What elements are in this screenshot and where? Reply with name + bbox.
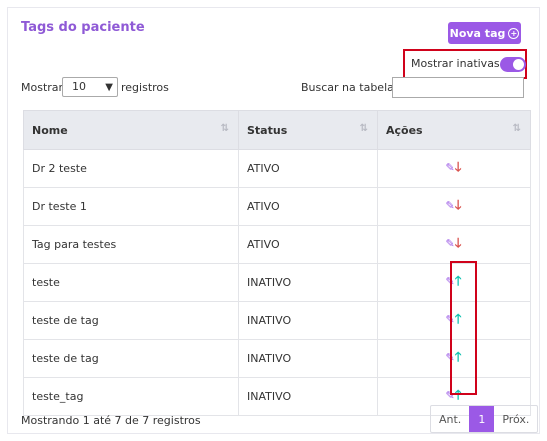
cell-status: INATIVO: [238, 339, 378, 378]
cell-name: teste de tag: [23, 301, 239, 340]
show-inactive-toggle[interactable]: [500, 57, 526, 72]
cell-status: ATIVO: [238, 149, 378, 188]
table-row: Dr 2 teste ATIVO ✎🡓: [23, 149, 531, 188]
edit-pencil-icon[interactable]: ✎: [446, 161, 455, 174]
cell-actions: ✎🡓: [377, 187, 531, 226]
plus-circle-icon: +: [508, 27, 520, 39]
toggle-knob: [513, 59, 524, 70]
cell-status: ATIVO: [238, 187, 378, 226]
cell-name: Tag para testes: [23, 225, 239, 264]
new-tag-button[interactable]: Nova tag +: [448, 22, 521, 44]
sort-icon: ⇅: [512, 123, 521, 134]
highlight-actions-box: [450, 261, 477, 395]
table-row: Tag para testes ATIVO ✎🡓: [23, 225, 531, 264]
column-header-name[interactable]: Nome ⇅: [23, 110, 239, 150]
cell-name: Dr teste 1: [23, 187, 239, 226]
cell-actions: ✎🡓: [377, 225, 531, 264]
next-page-button[interactable]: Próx.: [494, 406, 537, 432]
sort-icon: ⇅: [359, 123, 368, 134]
chevron-down-icon: ▼: [105, 82, 113, 93]
cell-status: INATIVO: [238, 301, 378, 340]
cell-status: INATIVO: [238, 263, 378, 302]
pagination: Ant. 1 Próx.: [430, 405, 539, 433]
edit-pencil-icon[interactable]: ✎: [446, 237, 455, 250]
cell-name: teste: [23, 263, 239, 302]
deactivate-arrow-down-icon[interactable]: 🡓: [455, 198, 462, 213]
search-label: Buscar na tabela:: [301, 81, 398, 94]
cell-status: INATIVO: [238, 377, 378, 416]
sort-icon: ⇅: [220, 123, 229, 134]
column-header-status[interactable]: Status ⇅: [238, 110, 378, 150]
prev-page-button[interactable]: Ant.: [431, 406, 469, 432]
show-label: Mostrar: [21, 81, 64, 94]
cell-actions: ✎🡓: [377, 149, 531, 188]
deactivate-arrow-down-icon[interactable]: 🡓: [455, 160, 462, 175]
deactivate-arrow-down-icon[interactable]: 🡓: [455, 236, 462, 251]
cell-status: ATIVO: [238, 225, 378, 264]
cell-name: Dr 2 teste: [23, 149, 239, 188]
new-tag-label: Nova tag: [449, 26, 506, 40]
column-header-actions[interactable]: Ações ⇅: [377, 110, 531, 150]
toggle-label: Mostrar inativas: [411, 57, 500, 70]
table-row: Dr teste 1 ATIVO ✎🡓: [23, 187, 531, 226]
search-input[interactable]: [392, 77, 524, 98]
card-title: Tags do paciente: [21, 20, 145, 35]
page-size-select[interactable]: 10 ▼: [62, 77, 118, 97]
page-size-value: 10: [72, 80, 86, 93]
cell-name: teste_tag: [23, 377, 239, 416]
cell-name: teste de tag: [23, 339, 239, 378]
table-summary: Mostrando 1 até 7 de 7 registros: [21, 414, 201, 427]
edit-pencil-icon[interactable]: ✎: [446, 199, 455, 212]
records-label: registros: [121, 81, 169, 94]
page-1-button[interactable]: 1: [469, 406, 495, 432]
